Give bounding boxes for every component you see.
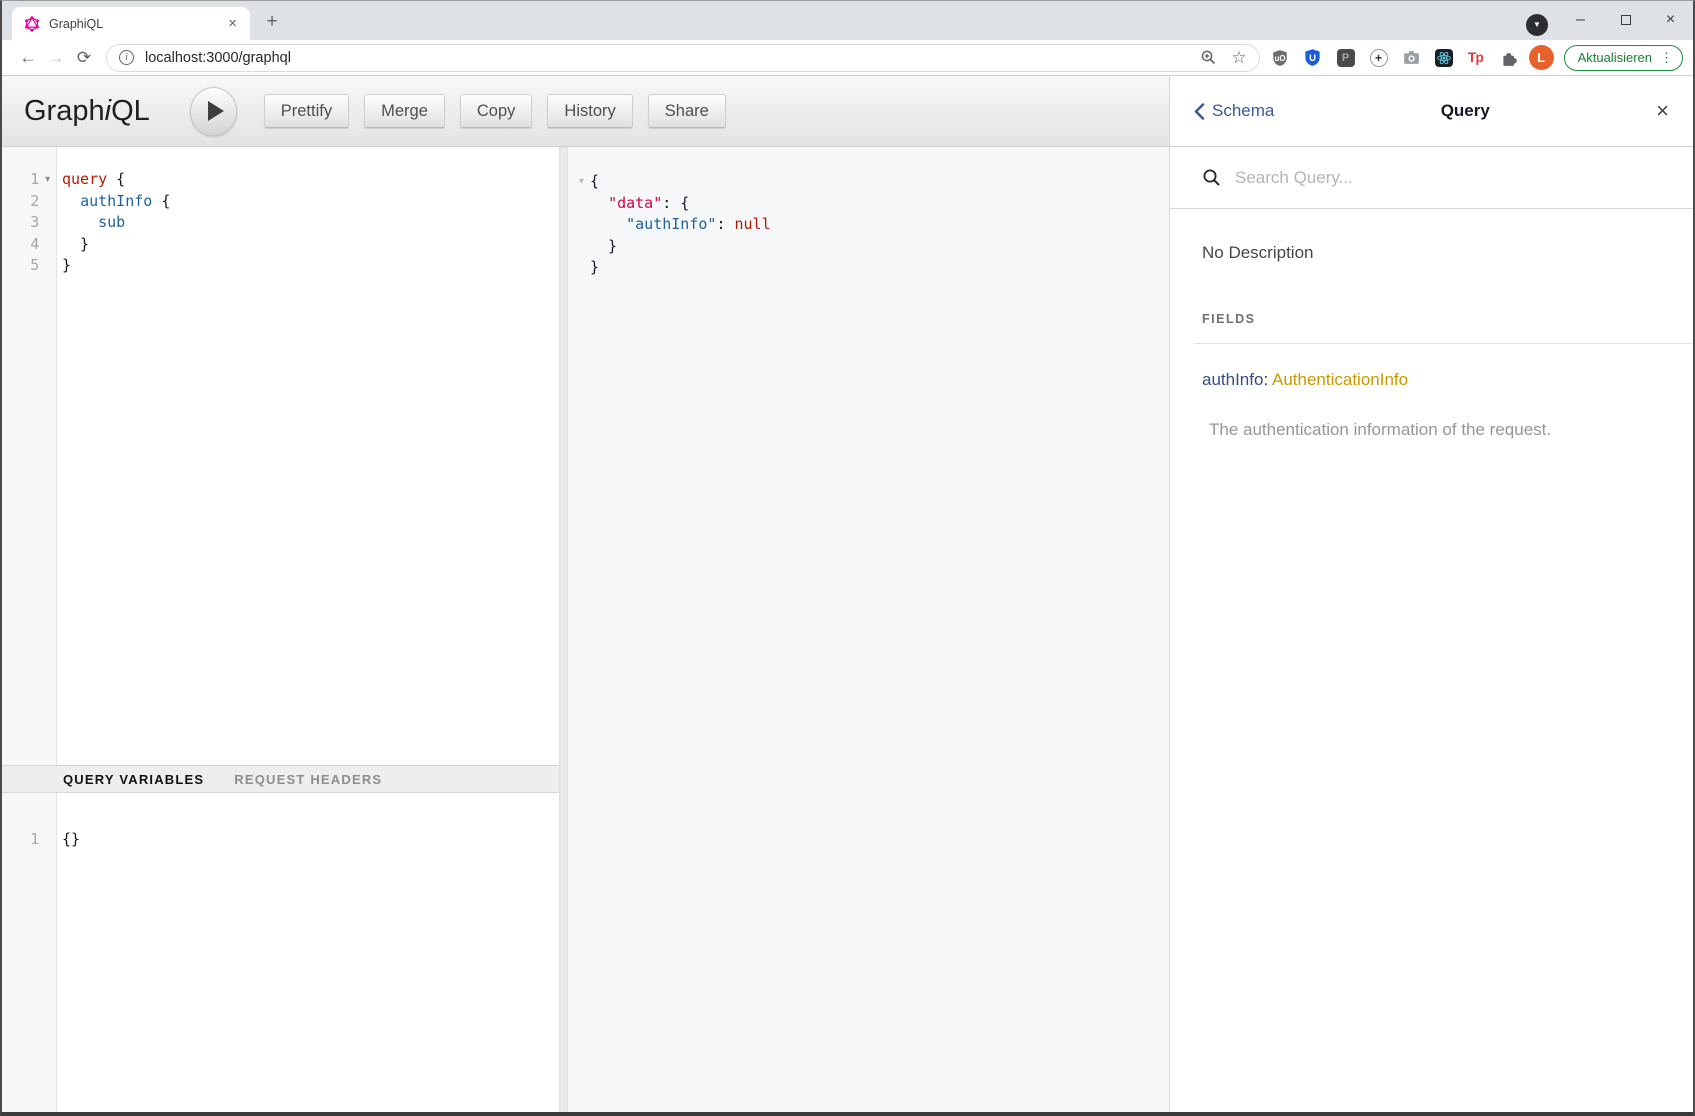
update-label: Aktualisieren <box>1578 50 1652 65</box>
result-line: "data": { <box>590 193 689 215</box>
type-description: No Description <box>1202 243 1693 263</box>
field-description: The authentication information of the re… <box>1209 420 1693 440</box>
tab-query-variables[interactable]: QUERY VARIABLES <box>63 772 204 787</box>
fold-arrow-icon[interactable]: ▾ <box>39 174 56 185</box>
doc-close-icon[interactable]: × <box>1656 100 1669 122</box>
result-line: } <box>590 257 599 279</box>
doc-back-link[interactable]: Schema <box>1194 101 1274 121</box>
maximize-icon <box>1621 15 1631 25</box>
variables-code[interactable]: {} <box>57 793 559 1112</box>
doc-title: Query <box>1274 101 1656 121</box>
code-line: authInfo { <box>62 191 559 213</box>
doc-search-input[interactable] <box>1235 168 1579 188</box>
minimize-icon: – <box>1576 11 1585 29</box>
line-number-gutter: 1 <box>2 793 57 1112</box>
history-button[interactable]: History <box>547 94 632 128</box>
query-editor[interactable]: 1▾ 2 3 4 5 query { authInfo { sub } } <box>2 147 559 765</box>
doc-back-label: Schema <box>1212 101 1274 121</box>
crosshair-extension-icon[interactable]: + <box>1369 48 1389 68</box>
kebab-menu-icon[interactable]: ⋮ <box>1660 50 1673 66</box>
svg-text:uO: uO <box>1274 53 1285 62</box>
extensions-puzzle-icon[interactable] <box>1499 48 1519 68</box>
variables-editor[interactable]: 1 {} <box>2 793 559 1112</box>
tampermonkey-extension-icon[interactable]: Tp <box>1466 48 1486 68</box>
fields-heading: FIELDS <box>1202 312 1693 326</box>
forward-button[interactable]: → <box>42 44 70 72</box>
code-line: } <box>62 234 559 256</box>
svg-text:U: U <box>1309 53 1316 64</box>
zoom-icon[interactable] <box>1200 49 1217 66</box>
address-bar: ← → ⟳ i localhost:3000/graphql ☆ uO U <box>2 40 1693 76</box>
doc-search-row <box>1170 147 1693 209</box>
doc-explorer-header: Schema Query × <box>1170 76 1693 147</box>
play-icon <box>208 101 224 121</box>
graphiql-app: GraphiQL Prettify Merge Copy History Sha… <box>2 76 1693 1112</box>
search-icon <box>1202 168 1221 187</box>
merge-button[interactable]: Merge <box>364 94 445 128</box>
profile-avatar[interactable]: L <box>1529 45 1554 70</box>
result-line: "authInfo": null <box>590 214 771 236</box>
code-line: query { <box>62 169 559 191</box>
line-number-gutter: 1▾ 2 3 4 5 <box>2 147 57 765</box>
reload-button[interactable]: ⟳ <box>70 44 98 72</box>
chevron-left-icon <box>1194 103 1205 120</box>
back-button[interactable]: ← <box>14 44 42 72</box>
code-line: sub <box>62 212 559 234</box>
maximize-button[interactable] <box>1603 1 1648 39</box>
chrome-status-button[interactable]: ▼ <box>1526 14 1548 36</box>
execute-query-button[interactable] <box>190 87 237 136</box>
copy-button[interactable]: Copy <box>460 94 533 128</box>
pane-resize-handle[interactable] <box>559 147 568 1112</box>
info-icon[interactable]: i <box>119 50 134 65</box>
tab-close-icon[interactable]: × <box>225 15 240 32</box>
url-field[interactable]: i localhost:3000/graphql ☆ <box>106 44 1260 72</box>
close-button[interactable]: × <box>1648 1 1693 39</box>
fields-divider <box>1194 343 1693 344</box>
browser-tab[interactable]: GraphiQL × <box>12 7 250 40</box>
p-extension-icon[interactable]: P <box>1336 48 1356 68</box>
browser-window: GraphiQL × + ▼ – × ← → ⟳ i localhost:300… <box>0 0 1695 1116</box>
update-browser-button[interactable]: Aktualisieren ⋮ <box>1564 45 1683 71</box>
doc-explorer-body: No Description FIELDS authInfo: Authenti… <box>1170 209 1693 1112</box>
result-line: { <box>590 171 599 193</box>
new-tab-button[interactable]: + <box>258 8 286 36</box>
minimize-button[interactable]: – <box>1558 1 1603 39</box>
tab-strip: GraphiQL × + ▼ – × <box>2 1 1693 40</box>
react-devtools-extension-icon[interactable] <box>1435 49 1453 67</box>
result-line: } <box>590 236 617 258</box>
extensions-row: uO U P + Tp <box>1270 48 1519 68</box>
bookmark-star-icon[interactable]: ☆ <box>1231 49 1246 66</box>
doc-explorer: Schema Query × No Description FIELDS aut… <box>1169 76 1693 1112</box>
url-text[interactable]: localhost:3000/graphql <box>145 50 1200 66</box>
tab-title: GraphiQL <box>49 17 225 31</box>
doc-field-row: authInfo: AuthenticationInfo <box>1202 370 1693 390</box>
fold-arrow-icon[interactable]: ▾ <box>573 176 590 187</box>
close-icon: × <box>1666 11 1675 29</box>
ublock-extension-icon[interactable]: uO <box>1270 48 1290 68</box>
code-line: {} <box>62 829 559 851</box>
secondary-editor-tabs: QUERY VARIABLES REQUEST HEADERS <box>2 765 559 793</box>
bitwarden-extension-icon[interactable]: U <box>1303 48 1323 68</box>
graphiql-toolbar: GraphiQL Prettify Merge Copy History Sha… <box>2 76 1169 147</box>
query-code[interactable]: query { authInfo { sub } } <box>57 147 559 765</box>
graphiql-logo: GraphiQL <box>24 95 150 128</box>
field-name-link[interactable]: authInfo <box>1202 370 1263 389</box>
type-name-link[interactable]: AuthenticationInfo <box>1272 370 1408 389</box>
result-viewer: ▾{ "data": { "authInfo": null } } <box>568 147 1169 1112</box>
tab-request-headers[interactable]: REQUEST HEADERS <box>234 772 382 787</box>
graphql-logo-icon <box>24 16 40 32</box>
code-line: } <box>62 255 559 277</box>
share-button[interactable]: Share <box>648 94 726 128</box>
graphiql-workspace: GraphiQL Prettify Merge Copy History Sha… <box>2 76 1169 1112</box>
window-controls: – × <box>1558 1 1693 39</box>
prettify-button[interactable]: Prettify <box>264 94 349 128</box>
screenshot-extension-icon[interactable] <box>1402 48 1422 68</box>
chevron-down-icon: ▼ <box>1533 21 1541 29</box>
